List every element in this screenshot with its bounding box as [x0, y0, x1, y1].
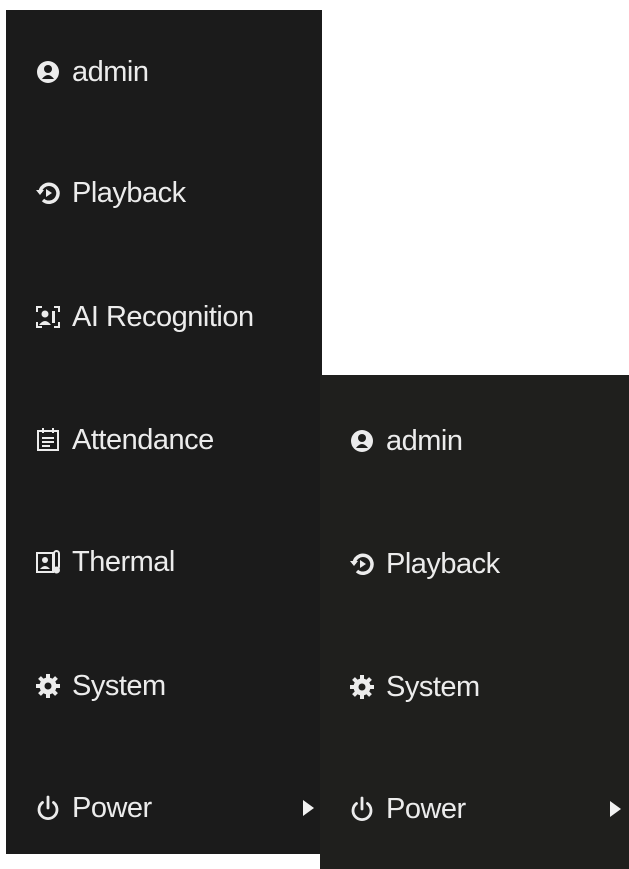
- thermal-icon: [34, 548, 62, 576]
- face-recognition-icon: [34, 303, 62, 331]
- menu-item-label: Thermal: [72, 545, 175, 578]
- gear-icon: [348, 673, 376, 701]
- menu-item-label: System: [72, 669, 166, 702]
- menu-item-playback[interactable]: Playback: [320, 534, 629, 594]
- menu-item-label: Power: [72, 791, 152, 824]
- user-icon: [34, 58, 62, 86]
- submenu-arrow-icon: [610, 801, 621, 817]
- main-menu-full: admin Playback AI Recognition Attendance…: [6, 10, 322, 854]
- playback-icon: [34, 179, 62, 207]
- user-icon: [348, 427, 376, 455]
- menu-item-label: Playback: [72, 176, 186, 209]
- menu-item-system[interactable]: System: [6, 656, 322, 716]
- menu-item-label: admin: [72, 55, 149, 88]
- menu-item-playback[interactable]: Playback: [6, 163, 322, 223]
- menu-item-label: admin: [386, 424, 463, 457]
- menu-item-label: Attendance: [72, 423, 214, 456]
- menu-item-admin[interactable]: admin: [320, 411, 629, 471]
- calendar-icon: [34, 426, 62, 454]
- menu-item-admin[interactable]: admin: [6, 42, 322, 102]
- menu-item-power[interactable]: Power: [6, 778, 322, 838]
- menu-item-label: AI Recognition: [72, 300, 254, 333]
- power-icon: [348, 795, 376, 823]
- submenu-arrow-icon: [303, 800, 314, 816]
- menu-item-ai-recognition[interactable]: AI Recognition: [6, 287, 322, 347]
- menu-item-attendance[interactable]: Attendance: [6, 410, 322, 470]
- main-menu-compact: admin Playback System Power: [320, 375, 629, 869]
- menu-item-thermal[interactable]: Thermal: [6, 532, 322, 592]
- menu-item-system[interactable]: System: [320, 657, 629, 717]
- gear-icon: [34, 672, 62, 700]
- menu-item-label: Power: [386, 792, 466, 825]
- menu-item-power[interactable]: Power: [320, 779, 629, 839]
- power-icon: [34, 794, 62, 822]
- playback-icon: [348, 550, 376, 578]
- menu-item-label: Playback: [386, 547, 500, 580]
- menu-item-label: System: [386, 670, 480, 703]
